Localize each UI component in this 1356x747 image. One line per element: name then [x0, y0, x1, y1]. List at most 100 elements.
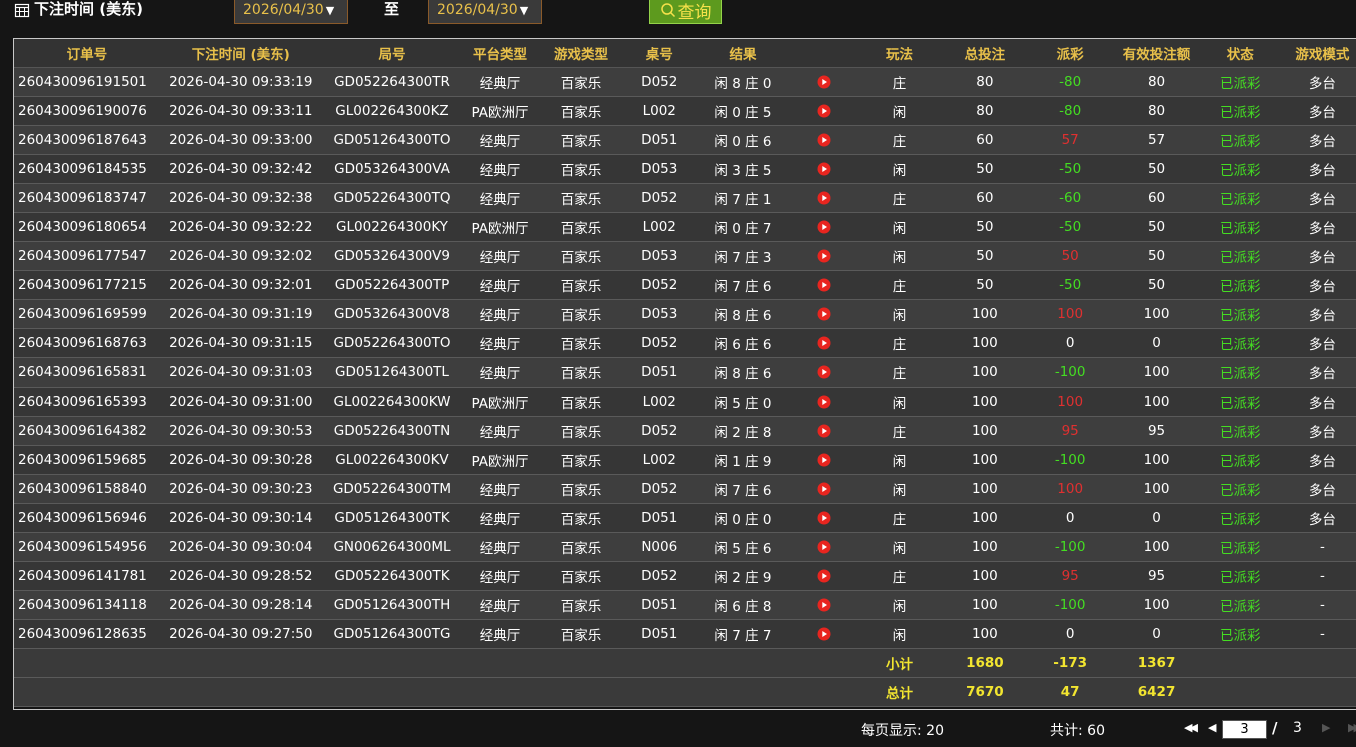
cell-payout: 0	[1026, 503, 1114, 534]
cell-video[interactable]	[791, 561, 857, 592]
video-play-icon[interactable]	[817, 133, 831, 147]
next-page-icon[interactable]: ▶	[1322, 721, 1331, 734]
cell-table-no: D052	[624, 561, 695, 592]
cell-round-no: GN006264300ML	[321, 532, 463, 563]
cell-video[interactable]	[791, 212, 857, 243]
video-play-icon[interactable]	[817, 162, 831, 176]
cell-video[interactable]	[791, 619, 857, 650]
cell-video[interactable]	[791, 357, 857, 388]
header-play-type: 玩法	[856, 39, 943, 68]
query-button[interactable]: 查询	[649, 0, 722, 24]
cell-video[interactable]	[791, 590, 857, 621]
table-row: 260430096184535 2026-04-30 09:32:42 GD0532…	[14, 154, 1356, 184]
cell-game-type: 百家乐	[537, 154, 625, 184]
cell-round-no: GL002264300KZ	[321, 96, 463, 126]
video-play-icon[interactable]	[817, 395, 831, 409]
cell-bet-time: 2026-04-30 09:31:15	[159, 328, 322, 359]
cell-result: 闲 6 庄 8	[694, 590, 792, 621]
video-play-icon[interactable]	[817, 424, 831, 438]
cell-total-bet: 80	[942, 67, 1027, 97]
cell-video[interactable]	[791, 416, 857, 446]
cell-total-bet: 100	[942, 328, 1027, 359]
cell-platform: 经典厅	[462, 67, 538, 97]
header-bet-time: 下注时间 (美东)	[159, 39, 322, 68]
cell-video[interactable]	[791, 445, 857, 475]
cell-game-type: 百家乐	[537, 67, 625, 97]
cell-total-bet: 80	[942, 96, 1027, 126]
cell-game-mode: -	[1280, 561, 1356, 592]
cell-total-bet: 50	[942, 270, 1027, 301]
cell-status: 已派彩	[1199, 532, 1281, 563]
cell-video[interactable]	[791, 328, 857, 359]
first-page-icon[interactable]: ◀◀	[1184, 721, 1198, 734]
cell-video[interactable]	[791, 96, 857, 126]
cell-video[interactable]	[791, 532, 857, 563]
video-play-icon[interactable]	[817, 249, 831, 263]
cell-game-type: 百家乐	[537, 212, 625, 243]
cell-round-no: GD052264300TP	[321, 270, 463, 301]
table-row: 260430096128635 2026-04-30 09:27:50 GD0512…	[14, 619, 1356, 650]
start-date-value: 2026/04/30	[243, 2, 324, 18]
header-total-bet: 总投注	[942, 39, 1027, 68]
cell-video[interactable]	[791, 67, 857, 97]
cell-table-no: L002	[624, 96, 695, 126]
video-play-icon[interactable]	[817, 104, 831, 118]
cell-table-no: D051	[624, 125, 695, 155]
video-play-icon[interactable]	[817, 511, 831, 525]
cell-play-type: 庄	[856, 67, 943, 97]
cell-total-bet: 60	[942, 183, 1027, 213]
cell-game-mode: 多台	[1280, 503, 1356, 534]
cell-round-no: GD051264300TO	[321, 125, 463, 155]
cell-play-type: 闲	[856, 154, 943, 184]
video-play-icon[interactable]	[817, 365, 831, 379]
video-play-icon[interactable]	[817, 598, 831, 612]
page-number-input[interactable]	[1222, 720, 1267, 739]
table-row: 260430096141781 2026-04-30 09:28:52 GD0522…	[14, 561, 1356, 592]
video-play-icon[interactable]	[817, 75, 831, 89]
cell-video[interactable]	[791, 474, 857, 504]
cell-result: 闲 8 庄 0	[694, 67, 792, 97]
cell-video[interactable]	[791, 387, 857, 417]
cell-video[interactable]	[791, 270, 857, 301]
cell-valid-bet: 100	[1113, 387, 1200, 417]
cell-play-type: 庄	[856, 561, 943, 592]
cell-video[interactable]	[791, 125, 857, 155]
cell-payout: -100	[1026, 590, 1114, 621]
video-play-icon[interactable]	[817, 307, 831, 321]
video-play-icon[interactable]	[817, 191, 831, 205]
cell-platform: 经典厅	[462, 241, 538, 272]
cell-game-type: 百家乐	[537, 125, 625, 155]
table-row: 260430096169599 2026-04-30 09:31:19 GD0532…	[14, 299, 1356, 330]
video-play-icon[interactable]	[817, 453, 831, 467]
video-play-icon[interactable]	[817, 627, 831, 641]
video-play-icon[interactable]	[817, 540, 831, 554]
last-page-icon[interactable]: ▶▶	[1348, 721, 1356, 734]
cell-payout: -100	[1026, 445, 1114, 475]
end-date-select[interactable]: 2026/04/30 ▼	[428, 0, 542, 24]
cell-video[interactable]	[791, 241, 857, 272]
cell-video[interactable]	[791, 503, 857, 534]
cell-video[interactable]	[791, 154, 857, 184]
cell-result: 闲 7 庄 6	[694, 270, 792, 301]
cell-platform: 经典厅	[462, 125, 538, 155]
cell-table-no: D052	[624, 67, 695, 97]
cell-round-no: GD052264300TO	[321, 328, 463, 359]
subtotal-valid: 1367	[1113, 648, 1200, 679]
video-play-icon[interactable]	[817, 336, 831, 350]
video-play-icon[interactable]	[817, 220, 831, 234]
cell-play-type: 闲	[856, 532, 943, 563]
video-play-icon[interactable]	[817, 569, 831, 583]
prev-page-icon[interactable]: ◀	[1208, 721, 1217, 734]
cell-round-no: GD053264300V9	[321, 241, 463, 272]
start-date-select[interactable]: 2026/04/30 ▼	[234, 0, 348, 24]
header-status: 状态	[1199, 39, 1281, 68]
video-play-icon[interactable]	[817, 278, 831, 292]
cell-game-type: 百家乐	[537, 503, 625, 534]
cell-video[interactable]	[791, 299, 857, 330]
cell-round-no: GD051264300TL	[321, 357, 463, 388]
cell-valid-bet: 60	[1113, 183, 1200, 213]
cell-payout: 0	[1026, 619, 1114, 650]
cell-valid-bet: 0	[1113, 328, 1200, 359]
video-play-icon[interactable]	[817, 482, 831, 496]
cell-video[interactable]	[791, 183, 857, 213]
